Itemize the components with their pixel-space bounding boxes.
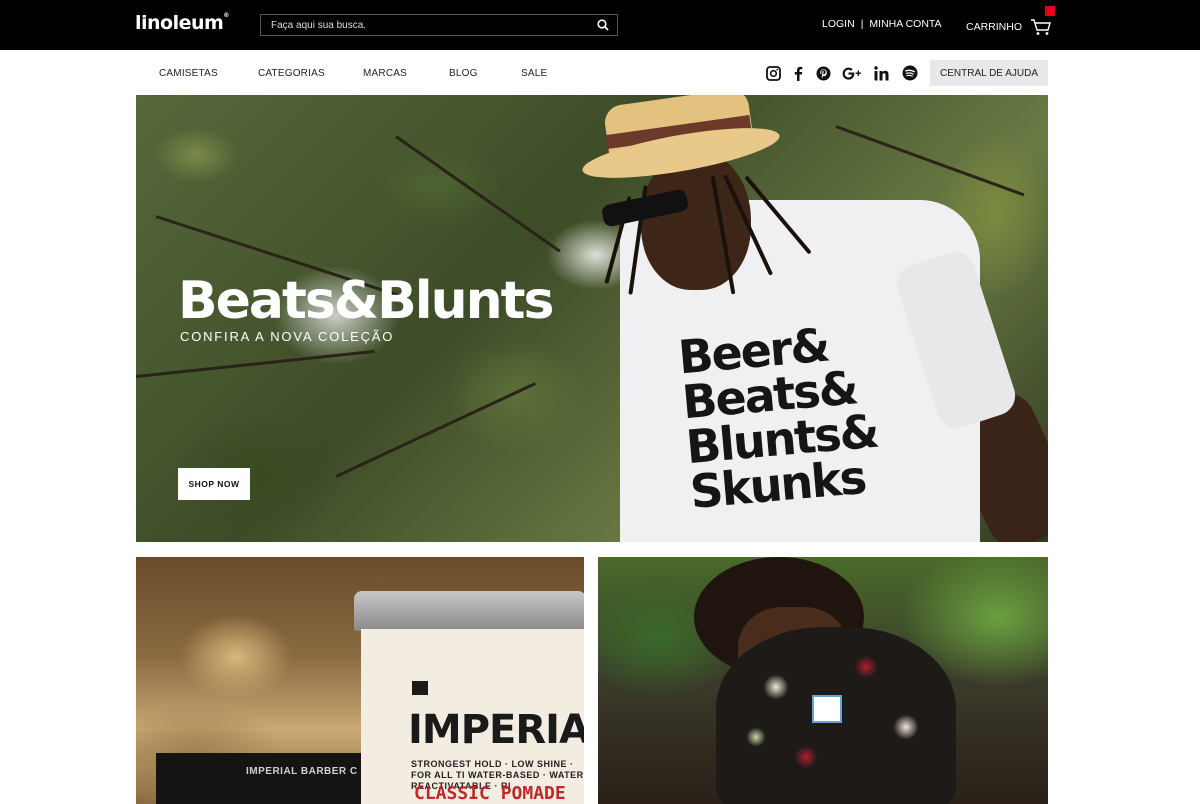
crown-icon [412,681,428,695]
jar-brand: IMPERIAL [408,707,584,753]
nav-item-categorias[interactable]: CATEGORIAS [258,68,325,79]
site-logo[interactable]: linoleum® [135,12,229,34]
jar-product-name: CLASSIC POMADE [414,783,566,804]
cart-button[interactable]: CARRINHO [966,6,1056,36]
linkedin-icon[interactable] [872,64,890,82]
nav-item-sale[interactable]: SALE [521,68,547,79]
comb [156,753,366,804]
nav-item-blog[interactable]: BLOG [449,68,478,79]
hero-banner[interactable]: Beer& Beats& Blunts& Skunks Beats&Blunts… [136,95,1048,542]
jar-lid [354,591,584,631]
nav-item-camisetas[interactable]: CAMISETAS [159,68,218,79]
search-input[interactable] [261,15,591,35]
help-center-button[interactable]: CENTRAL DE AJUDA [930,60,1048,86]
account-links: LOGIN | MINHA CONTA [822,18,942,30]
top-bar: linoleum® LOGIN | MINHA CONTA CARRINHO [0,0,1200,50]
login-link[interactable]: LOGIN [822,18,855,30]
instagram-icon[interactable] [764,64,782,82]
hat-tag-logo [812,695,842,723]
branch-decoration [335,382,537,478]
account-separator: | [860,18,864,30]
nav-item-marcas[interactable]: MARCAS [363,68,407,79]
facebook-icon[interactable] [789,64,807,82]
promo-pomade[interactable]: IMPERIAL BARBER C IMPERIAL STRONGEST HOL… [136,557,584,804]
branch-decoration [136,349,375,378]
promo-bucket-hat[interactable] [598,557,1048,804]
pinterest-icon[interactable] [814,64,832,82]
cart-label: CARRINHO [966,21,1023,33]
spotify-icon[interactable] [901,64,919,82]
cart-icon [1030,6,1056,36]
comb-label: IMPERIAL BARBER C [246,766,358,777]
my-account-link[interactable]: MINHA CONTA [869,18,941,30]
search-icon [597,19,609,31]
branch-decoration [395,135,561,253]
shirt-print-text: Beer& Beats& Blunts& Skunks [676,317,880,520]
search-box [260,14,618,36]
hero-subtitle: CONFIRA A NOVA COLEÇÃO [180,329,395,344]
shop-now-button[interactable]: SHOP NOW [178,468,250,500]
hero-title: Beats&Blunts [178,271,554,331]
branch-decoration [835,125,1025,197]
google-plus-icon[interactable] [841,64,863,82]
cart-count-badge [1045,6,1056,16]
search-button[interactable] [589,15,617,35]
